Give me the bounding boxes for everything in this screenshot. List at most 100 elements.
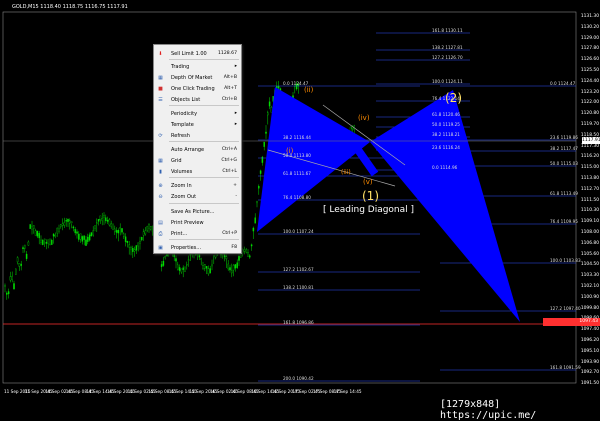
- candle-body: [38, 233, 40, 239]
- fib-level-label: 38.2 1117.47: [550, 146, 578, 151]
- candle-body: [101, 218, 103, 222]
- fib-level-label: 127.2 1102.67: [283, 267, 314, 272]
- menu-item-volumes[interactable]: ▮ Volumes Ctrl+L: [154, 167, 241, 177]
- menu-item-shortcut: +: [233, 183, 237, 188]
- fib-level-label: 76.4 1108.80: [283, 195, 311, 200]
- candle-body: [90, 232, 93, 237]
- price-axis-label: 1099.80: [580, 305, 599, 311]
- menu-item-save-as-picture[interactable]: Save As Picture...: [154, 207, 241, 217]
- candle-body: [81, 236, 84, 242]
- menu-item-print[interactable]: ⎙ Print... Ctrl+P: [154, 229, 241, 239]
- candle-body: [164, 256, 166, 258]
- candle-body: [137, 242, 139, 247]
- menu-item-one-click-trading[interactable]: ■ One Click Trading Alt+T: [154, 84, 241, 94]
- price-axis-label: 1102.10: [580, 284, 599, 289]
- menu-item-label: Template: [171, 122, 194, 128]
- candle-body: [67, 218, 69, 222]
- price-chart[interactable]: [0, 0, 600, 417]
- menu-item-label: Refresh: [171, 133, 190, 139]
- menu-item-shortcut: Ctrl+G: [221, 158, 237, 163]
- candle-body: [142, 231, 145, 236]
- candle-body: [4, 284, 6, 287]
- candle-body: [99, 215, 102, 221]
- menu-item-shortcut: Alt+T: [224, 86, 237, 91]
- candle-body: [250, 244, 253, 247]
- menu-item-label: Print...: [171, 231, 188, 237]
- menu-item-label: Auto Arrange: [171, 147, 205, 153]
- menu-separator: [169, 203, 239, 204]
- price-axis-label: 1127.80: [580, 46, 599, 52]
- menu-item-sell-limit-1-00[interactable]: ⬇ Sell Limit 1.00 1128.67: [154, 49, 241, 59]
- candle-body: [186, 264, 188, 266]
- candle-body: [9, 276, 12, 281]
- print-icon: ⎙: [158, 231, 163, 237]
- menu-item-trading[interactable]: Trading ▸: [154, 62, 241, 72]
- menu-item-objects-list[interactable]: ☰ Objects List Ctrl+B: [154, 95, 241, 105]
- candle-body: [150, 226, 152, 230]
- price-axis-label: 1092.70: [580, 370, 599, 376]
- candle-body: [162, 260, 165, 266]
- candle-body: [249, 255, 251, 258]
- candle-body: [24, 244, 26, 249]
- price-axis-label: 1110.30: [580, 208, 599, 214]
- menu-item-periodicity[interactable]: Periodicity ▸: [154, 109, 241, 119]
- menu-item-depth-of-market[interactable]: ▦ Depth Of Market Alt+B: [154, 73, 241, 83]
- price-axis-label: 1113.80: [580, 176, 599, 181]
- candle-body: [83, 235, 85, 240]
- menu-item-grid[interactable]: ▦ Grid Ctrl+G: [154, 156, 241, 166]
- fib-level-label: 61.8 1111.67: [283, 171, 311, 176]
- wave-label-ii: (ii): [304, 86, 314, 94]
- candle-body: [49, 238, 51, 245]
- depth-of-market-icon: ▦: [158, 75, 163, 81]
- menu-item-label: Zoom Out: [171, 194, 197, 200]
- candle-body: [119, 227, 121, 229]
- price-axis-label: 1108.00: [580, 230, 599, 235]
- submenu-arrow-icon: ▸: [234, 64, 237, 69]
- menu-item-template[interactable]: Template ▸: [154, 120, 241, 130]
- candle-body: [276, 86, 278, 89]
- fib-level-label: 138.2 1127.81: [432, 45, 463, 50]
- menu-item-zoom-out[interactable]: ⊖ Zoom Out -: [154, 192, 241, 202]
- candle-body: [74, 229, 76, 234]
- fib-level-label: 38.2 1118.21: [432, 132, 460, 137]
- candle-body: [243, 249, 246, 252]
- fib-level-label: 100.0 1107.24: [283, 229, 314, 234]
- menu-item-auto-arrange[interactable]: Auto Arrange Ctrl+A: [154, 145, 241, 155]
- wave-label-iii: (iii): [341, 169, 351, 176]
- volumes-icon: ▮: [159, 169, 162, 175]
- menu-item-label: Periodicity: [171, 111, 198, 117]
- menu-item-label: Depth Of Market: [171, 75, 213, 81]
- candle-body: [117, 230, 120, 234]
- candle-body: [88, 234, 91, 241]
- candle-body: [177, 264, 179, 270]
- wave-label-iv: (iv): [358, 114, 370, 122]
- fib-level-label: 0.0 1114.96: [432, 165, 458, 170]
- fib-level-label: 127.2 1126.70: [432, 55, 463, 60]
- candle-body: [256, 201, 258, 204]
- price-axis-label: 1103.30: [580, 273, 599, 279]
- menu-item-label: One Click Trading: [171, 86, 215, 92]
- candle-body: [54, 235, 57, 237]
- candle-body: [60, 224, 62, 227]
- fib-level-label: 127.2 1097.40: [550, 306, 581, 311]
- candle-body: [47, 239, 49, 244]
- candle-body: [205, 266, 208, 269]
- price-axis-label: 1111.50: [580, 197, 599, 203]
- menu-item-properties[interactable]: ▣ Properties... F8: [154, 243, 241, 253]
- candle-body: [229, 267, 231, 271]
- candle-body: [213, 255, 215, 257]
- menu-item-print-preview[interactable]: ▤ Print Preview: [154, 218, 241, 228]
- menu-separator: [169, 141, 239, 142]
- candle-body: [146, 226, 148, 231]
- candle-body: [96, 222, 98, 224]
- menu-item-zoom-in[interactable]: ⊕ Zoom In +: [154, 181, 241, 191]
- candle-body: [184, 266, 186, 272]
- grid-icon: ▦: [158, 158, 163, 164]
- price-axis-label: 1093.90: [580, 359, 599, 365]
- menu-item-refresh[interactable]: ⟳ Refresh: [154, 131, 241, 141]
- chart-title: GOLD,M15 1118.40 1118.75 1116.75 1117.91: [12, 4, 128, 10]
- candle-body: [144, 230, 147, 235]
- menu-item-label: Volumes: [171, 169, 193, 175]
- candle-body: [108, 219, 111, 226]
- candle-body: [70, 221, 73, 224]
